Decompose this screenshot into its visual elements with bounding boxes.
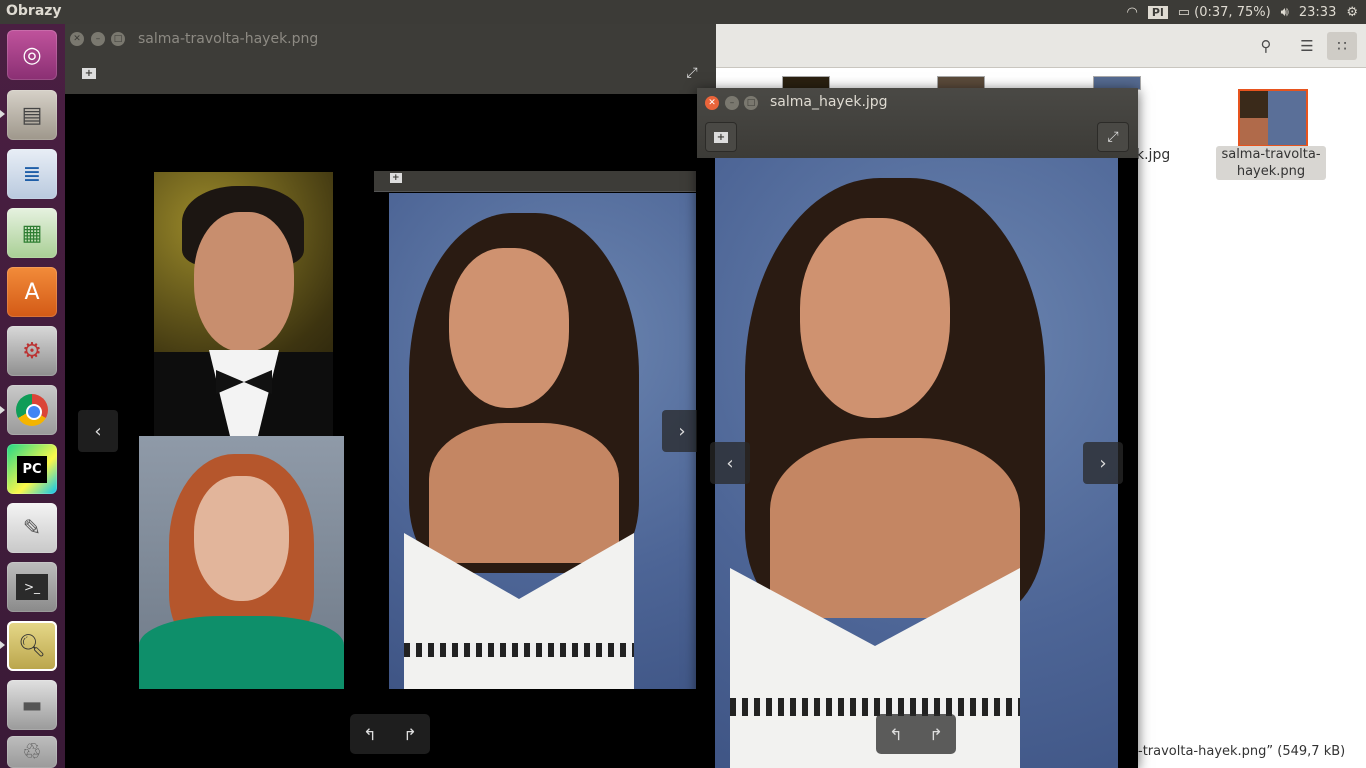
battery-text: (0:37, 75%) <box>1194 4 1271 20</box>
battery-indicator[interactable]: ▭ (0:37, 75%) <box>1178 5 1271 20</box>
clock[interactable]: 23:33 <box>1299 5 1336 20</box>
indicators: ◠ Pl ▭ (0:37, 75%) 🔊︎ 23:33 ⚙ <box>1127 0 1358 24</box>
ubuntu-dash-button[interactable]: ◎ <box>7 30 57 80</box>
text-editor-launcher[interactable]: ✎ <box>7 503 57 553</box>
viewer2-next-button[interactable]: › <box>1083 442 1123 484</box>
terminal-icon: >_ <box>15 574 49 600</box>
viewer-window-salma: ✕ – □ salma_hayek.jpg + ⤢ ‹ › ↰ ↱ <box>697 88 1138 768</box>
grid-view-icon: ∷ <box>1337 37 1347 55</box>
viewer1-add-button[interactable]: + <box>73 58 105 88</box>
plus-box-icon: + <box>713 131 729 143</box>
launcher: ◎ ▤ ≣ ▦ A ⚙ PC ✎ >_ 🔍︎ ▬ ♲ <box>0 24 66 768</box>
disk-launcher[interactable]: ▬ <box>7 680 57 730</box>
files-status-bar: -travolta-hayek.png” (549,7 kB) <box>1138 744 1346 759</box>
maximize-button[interactable]: □ <box>111 32 125 46</box>
trash-icon: ♲ <box>22 739 42 765</box>
chevron-left-icon: ‹ <box>94 420 102 442</box>
chrome-icon <box>16 394 48 426</box>
minimize-button[interactable]: – <box>725 96 739 110</box>
close-button[interactable]: ✕ <box>705 96 719 110</box>
ubuntu-logo-icon: ◎ <box>22 42 42 68</box>
salma-hayek-photo <box>715 158 1118 768</box>
viewer1-title: salma-travolta-hayek.png <box>138 31 319 47</box>
wifi-icon[interactable]: ◠ <box>1127 5 1138 20</box>
travolta-photo <box>154 172 333 436</box>
plus-box-icon: + <box>81 67 97 79</box>
wrench-gear-icon: ⚙ <box>22 338 42 364</box>
rotate-right-button[interactable]: ↱ <box>390 725 430 744</box>
viewer-window-collage: ✕ – □ salma-travolta-hayek.png + ⤢ + ‹ ›… <box>65 24 716 768</box>
keyboard-layout-indicator[interactable]: Pl <box>1147 5 1168 19</box>
close-button[interactable]: ✕ <box>70 32 84 46</box>
julianne-moore-photo <box>139 436 344 689</box>
grid-view-button[interactable]: ∷ <box>1327 32 1357 60</box>
viewer2-add-button[interactable]: + <box>705 122 737 152</box>
search-button[interactable]: ⚲ <box>1251 32 1281 60</box>
collage-inner-toolbar: + <box>374 171 696 192</box>
chevron-left-icon: ‹ <box>726 452 734 474</box>
app-name: Obrazy <box>6 3 62 19</box>
settings-gear-icon[interactable]: ⚙ <box>1346 5 1358 20</box>
viewer1-prev-button[interactable]: ‹ <box>78 410 118 452</box>
viewer1-titlebar[interactable]: ✕ – □ salma-travolta-hayek.png + ⤢ <box>65 24 716 94</box>
fullscreen-icon: ⤢ <box>686 65 698 81</box>
files-headerbar: ⚲ ☰ ∷ <box>716 24 1366 68</box>
hard-drive-icon: ▬ <box>21 692 43 718</box>
collage-inner-add-icon: + <box>390 173 402 183</box>
rotate-left-button[interactable]: ↰ <box>876 725 916 744</box>
rotate-right-button[interactable]: ↱ <box>916 725 956 744</box>
viewer2-fullscreen-button[interactable]: ⤢ <box>1097 122 1129 152</box>
search-icon: ⚲ <box>1260 37 1272 55</box>
viewer1-next-button[interactable]: › <box>662 410 702 452</box>
viewer2-prev-button[interactable]: ‹ <box>710 442 750 484</box>
battery-icon: ▭ <box>1177 4 1191 20</box>
chevron-right-icon: › <box>678 420 686 442</box>
selected-file-label[interactable]: salma-travolta-hayek.png <box>1216 146 1326 180</box>
magnifier-image-icon: 🔍︎ <box>18 633 46 659</box>
chrome-launcher[interactable] <box>7 385 57 435</box>
fullscreen-icon: ⤢ <box>1107 129 1119 145</box>
partial-file-label[interactable]: k.jpg <box>1136 147 1170 163</box>
chevron-right-icon: › <box>1099 452 1107 474</box>
software-center-launcher[interactable]: A <box>7 267 57 317</box>
thumb-right-column <box>1268 91 1306 145</box>
pycharm-launcher[interactable]: PC <box>7 444 57 494</box>
image-viewer-launcher[interactable]: 🔍︎ <box>7 621 57 671</box>
thumb-left-column <box>1240 91 1268 145</box>
selected-file-thumbnail[interactable] <box>1238 89 1308 147</box>
shopping-bag-icon: A <box>24 279 40 305</box>
viewer1-rotate-controls: ↰ ↱ <box>350 714 430 754</box>
top-panel: Obrazy ◠ Pl ▭ (0:37, 75%) 🔊︎ 23:33 ⚙ <box>0 0 1366 24</box>
pycharm-icon: PC <box>17 455 47 483</box>
rotate-left-button[interactable]: ↰ <box>350 725 390 744</box>
spreadsheet-icon: ▦ <box>21 220 43 246</box>
list-view-button[interactable]: ☰ <box>1292 32 1322 60</box>
viewer2-rotate-controls: ↰ ↱ <box>876 714 956 754</box>
terminal-launcher[interactable]: >_ <box>7 562 57 612</box>
system-settings-launcher[interactable]: ⚙ <box>7 326 57 376</box>
file-cabinet-icon: ▤ <box>21 102 43 128</box>
maximize-button[interactable]: □ <box>744 96 758 110</box>
notepad-pencil-icon: ✎ <box>22 515 42 541</box>
viewer2-titlebar[interactable]: ✕ – □ salma_hayek.jpg + ⤢ <box>697 88 1138 158</box>
viewer1-fullscreen-button[interactable]: ⤢ <box>676 58 708 88</box>
salma-hayek-photo-in-collage <box>389 193 696 689</box>
minimize-button[interactable]: – <box>91 32 105 46</box>
document-icon: ≣ <box>22 161 42 187</box>
viewer2-title: salma_hayek.jpg <box>770 94 888 110</box>
calc-launcher[interactable]: ▦ <box>7 208 57 258</box>
files-launcher[interactable]: ▤ <box>7 90 57 140</box>
volume-icon[interactable]: 🔊︎ <box>1281 5 1289 20</box>
trash-launcher[interactable]: ♲ <box>7 736 57 768</box>
writer-launcher[interactable]: ≣ <box>7 149 57 199</box>
list-view-icon: ☰ <box>1300 37 1314 55</box>
